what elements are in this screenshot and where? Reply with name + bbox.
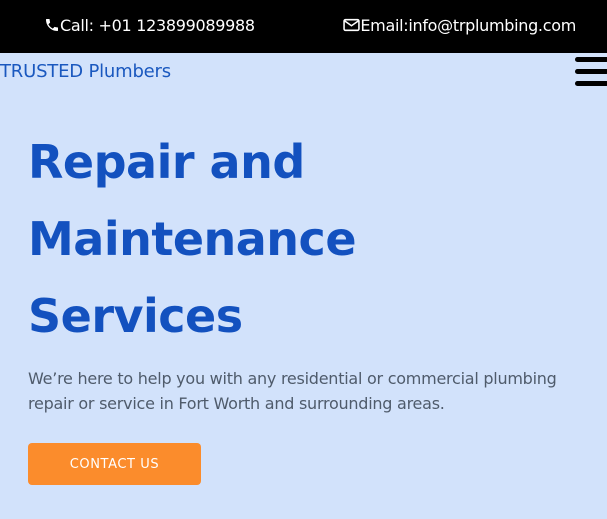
email-text: Email:info@trplumbing.com	[360, 15, 576, 35]
hero-title-line: Services	[28, 289, 243, 343]
envelope-icon	[343, 18, 361, 32]
top-contact-bar: Call: +01 123899089988 Email:info@trplum…	[0, 0, 607, 53]
phone-icon	[44, 17, 60, 33]
site-brand[interactable]: TRUSTED Plumbers	[0, 61, 171, 82]
site-header: TRUSTED Plumbers	[0, 53, 607, 115]
hamburger-menu-icon[interactable]	[575, 57, 607, 89]
hero-title: Repair and Maintenance Services	[28, 124, 588, 355]
email-link[interactable]: Email:info@trplumbing.com	[343, 14, 576, 36]
phone-text: Call: +01 123899089988	[60, 15, 255, 35]
hero-title-line: Maintenance	[28, 212, 357, 266]
contact-us-button[interactable]: CONTACT US	[28, 443, 201, 485]
phone-link[interactable]: Call: +01 123899089988	[44, 14, 255, 36]
hero-title-line: Repair and	[28, 135, 305, 189]
hero-description: We’re here to help you with any resident…	[28, 369, 557, 413]
